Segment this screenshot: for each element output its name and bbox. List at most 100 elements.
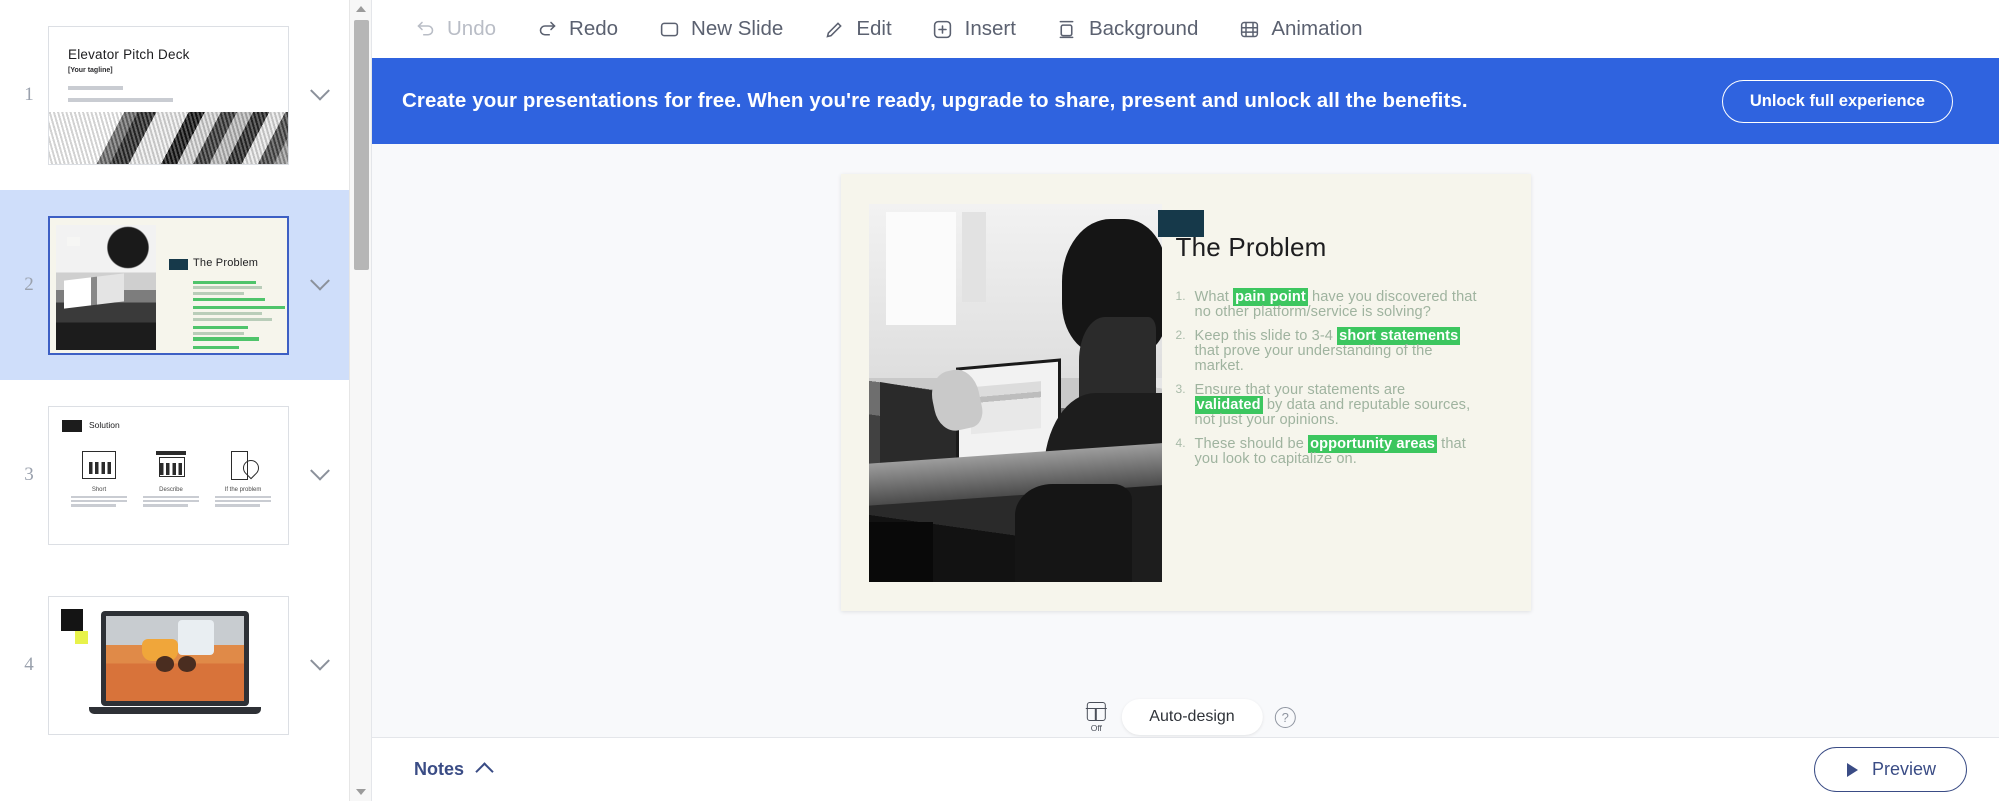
slide-thumbnail-4[interactable]: 4 — [0, 570, 349, 760]
editor-main: Undo Redo New Slide Edit Insert Backgrou… — [372, 0, 1999, 801]
slide-text-column: The Problem What pain point have you dis… — [1176, 174, 1506, 611]
chevron-down-icon — [310, 80, 330, 101]
undo-button[interactable]: Undo — [394, 9, 516, 49]
insert-label: Insert — [964, 17, 1016, 40]
slide-thumbnail-1[interactable]: 1 Elevator Pitch Deck [Your tagline] — [0, 0, 349, 190]
editor-bottom-bar: Notes Preview — [372, 737, 1999, 801]
thumb3-column-lines — [71, 495, 127, 507]
laptop-base — [89, 706, 261, 714]
slide-title[interactable]: The Problem — [1176, 232, 1478, 263]
thumbnail-canvas-4 — [48, 595, 289, 735]
photo-chair — [1015, 483, 1133, 582]
preview-button[interactable]: Preview — [1813, 747, 1967, 792]
upgrade-banner: Create your presentations for free. When… — [372, 58, 1999, 144]
thumb2-title: The Problem — [193, 256, 259, 269]
sidebar-scrollbar[interactable] — [349, 0, 371, 801]
slide-bullet[interactable]: These should be opportunity areas that y… — [1176, 435, 1478, 467]
presentation-editor: 1 Elevator Pitch Deck [Your tagline] 2 T… — [0, 0, 1999, 801]
slide-photo[interactable] — [868, 204, 1162, 582]
slide-bullet[interactable]: Keep this slide to 3-4 short statements … — [1176, 327, 1478, 374]
slide-menu-button-2[interactable] — [289, 255, 349, 315]
scrollbar-thumb[interactable] — [354, 20, 369, 270]
background-button[interactable]: Background — [1036, 9, 1218, 49]
slide-menu-button-3[interactable] — [289, 445, 349, 505]
thumb2-photo-badge — [67, 236, 80, 246]
thumb2-accent-block — [169, 258, 188, 270]
slide-menu-button-4[interactable] — [289, 635, 349, 695]
new-slide-icon — [658, 18, 680, 40]
chevron-down-icon — [310, 650, 330, 671]
plus-square-icon — [932, 18, 954, 40]
bullet-text-plain: Keep this slide to 3-4 — [1194, 328, 1338, 345]
thumb4-yellow-block — [75, 630, 88, 644]
notes-toggle[interactable]: Notes — [414, 759, 494, 781]
slide-canvas-area: The Problem What pain point have you dis… — [372, 144, 1999, 737]
new-slide-button[interactable]: New Slide — [638, 9, 803, 49]
card-icon — [82, 450, 116, 479]
undo-icon — [414, 18, 436, 40]
chevron-down-icon — [310, 460, 330, 481]
chevron-down-icon — [310, 270, 330, 291]
slide-bullet[interactable]: What pain point have you discovered that… — [1176, 288, 1478, 320]
background-label: Background — [1088, 17, 1199, 40]
help-icon[interactable]: ? — [1274, 706, 1296, 728]
background-icon — [1056, 18, 1078, 40]
sunglasses-lens — [155, 656, 174, 672]
thumbnail-frame-1[interactable]: Elevator Pitch Deck [Your tagline] — [48, 25, 289, 165]
chevron-up-icon — [475, 762, 494, 781]
pencil-icon — [823, 18, 845, 40]
slide-sidebar: 1 Elevator Pitch Deck [Your tagline] 2 T… — [0, 0, 372, 801]
thumb3-icon-columns: Short Describe If the problem — [71, 450, 271, 509]
thumb1-photo — [49, 111, 288, 164]
animation-icon — [1238, 18, 1260, 40]
insert-button[interactable]: Insert — [912, 9, 1036, 49]
thumbnail-frame-4[interactable] — [48, 595, 289, 735]
photo-window — [962, 211, 986, 303]
thumb3-column: Short — [71, 450, 127, 509]
layout-grid-icon — [1086, 701, 1107, 722]
thumb2-body-lines — [193, 280, 285, 352]
bullet-text-plain: What — [1194, 289, 1234, 305]
preview-label: Preview — [1871, 759, 1936, 779]
slide-thumbnail-3[interactable]: 3 Solution Short Describe If the problem — [0, 380, 349, 570]
slide-number-4: 4 — [24, 654, 34, 675]
animation-label: Animation — [1271, 17, 1363, 40]
thumb1-placeholder-line — [68, 85, 123, 90]
auto-design-control[interactable]: Off Auto-design ? — [1075, 699, 1296, 735]
thumbnail-frame-2[interactable]: The Problem — [48, 215, 289, 355]
animation-button[interactable]: Animation — [1218, 9, 1382, 49]
slide-thumbnail-2[interactable]: 2 The Problem — [0, 190, 349, 380]
thumbnail-canvas-3: Solution Short Describe If the problem — [48, 405, 289, 545]
slide-bullet[interactable]: Ensure that your statements are validate… — [1176, 383, 1478, 428]
banner-message: Create your presentations for free. When… — [402, 89, 1468, 112]
edit-button[interactable]: Edit — [803, 9, 911, 49]
scroll-up-arrow-icon[interactable] — [350, 0, 372, 18]
bullet-text-plain: These should be — [1194, 436, 1309, 453]
active-slide[interactable]: The Problem What pain point have you dis… — [840, 174, 1531, 611]
slide-menu-button-1[interactable] — [289, 65, 349, 125]
play-icon — [1845, 762, 1860, 777]
slide-thumbnail-list[interactable]: 1 Elevator Pitch Deck [Your tagline] 2 T… — [0, 0, 349, 801]
scroll-down-arrow-icon[interactable] — [350, 783, 372, 801]
thumb4-accent-block — [61, 608, 83, 631]
photo-window — [886, 211, 957, 325]
photo-corner-block — [868, 521, 933, 582]
slide-number-1: 1 — [24, 84, 34, 105]
thumb3-accent-block — [62, 419, 82, 432]
redo-label: Redo — [569, 17, 619, 40]
notes-label: Notes — [414, 759, 465, 779]
mobile-location-icon — [226, 450, 260, 480]
thumbnail-canvas-1: Elevator Pitch Deck [Your tagline] — [48, 25, 289, 165]
thumbnail-frame-3[interactable]: Solution Short Describe If the problem — [48, 405, 289, 545]
laptop-mockup — [101, 610, 249, 706]
thumb2-photo — [56, 224, 156, 350]
slide-bullet-list[interactable]: What pain point have you discovered that… — [1176, 288, 1478, 467]
sunglasses-lens — [177, 656, 196, 672]
auto-design-toggle[interactable]: Off — [1075, 701, 1117, 733]
thumb3-column: Describe — [143, 450, 199, 509]
auto-design-label[interactable]: Auto-design — [1121, 699, 1263, 735]
thumb3-column: If the problem — [215, 450, 271, 509]
unlock-full-experience-button[interactable]: Unlock full experience — [1721, 79, 1953, 123]
redo-button[interactable]: Redo — [516, 9, 638, 49]
thumb3-column-heading: Short — [91, 486, 107, 493]
